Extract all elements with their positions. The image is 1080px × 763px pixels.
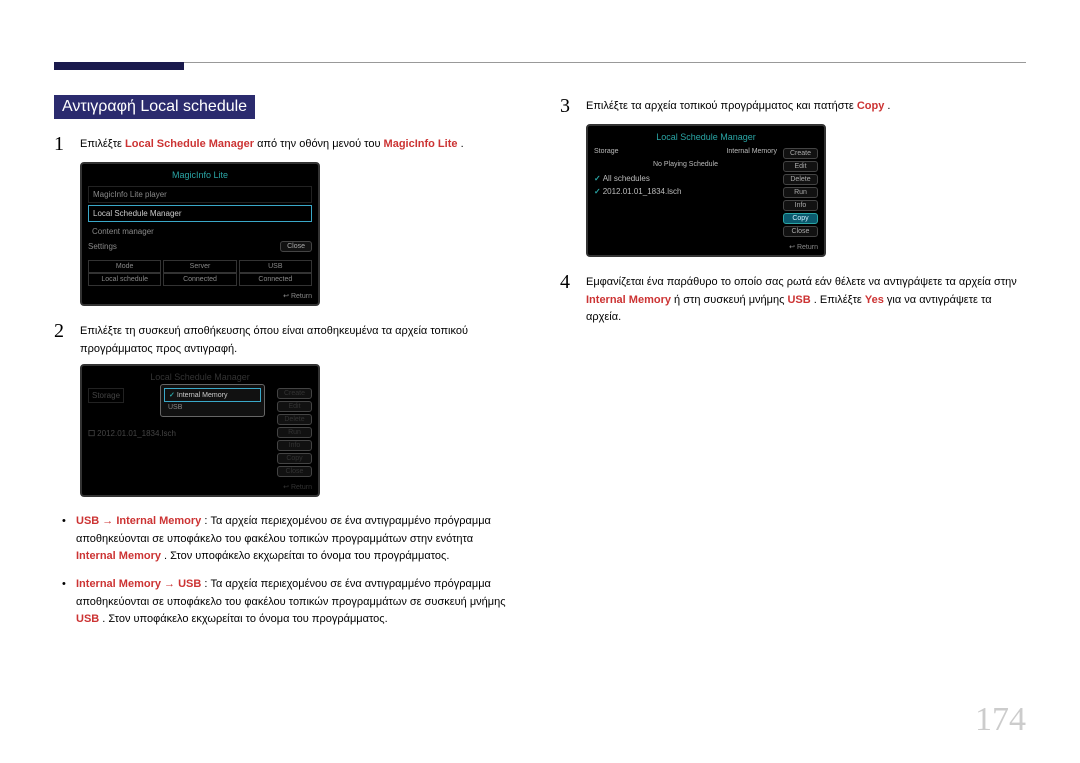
- ui-screenshot-1: MagicInfo Lite MagicInfo Lite player Loc…: [80, 162, 320, 306]
- c: Connected: [239, 273, 312, 286]
- lbl: Internal Memory: [177, 392, 228, 399]
- t: από την οθόνη μενού του: [257, 138, 383, 150]
- popup-item: USB: [164, 402, 261, 413]
- t-red: Internal Memory: [586, 294, 671, 306]
- schedule-file: ☐2012.01.01_1834.lsch: [88, 429, 271, 438]
- c: Server: [163, 260, 236, 273]
- btn: Delete: [277, 414, 312, 425]
- fn: 2012.01.01_1834.lsch: [97, 429, 176, 438]
- ui-return: Return: [594, 243, 818, 251]
- btn: Create: [783, 148, 818, 159]
- ui-menu-item-selected: Local Schedule Manager: [88, 205, 312, 222]
- section-title: Αντιγραφή Local schedule: [54, 95, 255, 119]
- btn: Run: [783, 187, 818, 198]
- t-red: USB: [787, 294, 810, 306]
- fn: 2012.01.01_1834.lsch: [603, 187, 682, 196]
- step-number: 2: [54, 320, 80, 358]
- t: Επιλέξτε: [80, 138, 125, 150]
- storage-label: Storage: [594, 148, 619, 155]
- t: . Στον υποφάκελο εκχωρείται το όνομα του…: [102, 613, 387, 625]
- t: .: [887, 100, 890, 112]
- t-red: USB → Internal Memory: [76, 515, 201, 527]
- left-column: Αντιγραφή Local schedule 1 Επιλέξτε Loca…: [54, 95, 514, 639]
- btn: Close: [783, 226, 818, 237]
- step-number: 3: [560, 95, 586, 118]
- btn: Create: [277, 388, 312, 399]
- step-text: Επιλέξτε Local Schedule Manager από την …: [80, 133, 464, 156]
- btn: Run: [277, 427, 312, 438]
- bullet-item: Internal Memory → USB : Τα αρχεία περιεχ…: [76, 576, 514, 629]
- ui-return: Return: [88, 292, 312, 300]
- step-number: 1: [54, 133, 80, 156]
- c: USB: [239, 260, 312, 273]
- ui-menu-item: Settings: [88, 242, 117, 251]
- ui-status-row: Local schedule Connected Connected: [88, 273, 312, 286]
- ui-screenshot-2: Local Schedule Manager Storage ☐2012.01.…: [80, 364, 320, 497]
- t-red: Copy: [857, 100, 885, 112]
- header-rule-thick: [54, 62, 184, 70]
- page-number: 174: [975, 701, 1026, 739]
- ui-return: Return: [88, 483, 312, 491]
- t-red: Local Schedule Manager: [125, 138, 254, 150]
- t: .: [461, 138, 464, 150]
- btn: Delete: [783, 174, 818, 185]
- step-text: Επιλέξτε τη συσκευή αποθήκευσης όπου είν…: [80, 320, 514, 358]
- storage-value: Internal Memory: [726, 148, 777, 155]
- btn: Copy: [277, 453, 312, 464]
- ui-title: MagicInfo Lite: [88, 170, 312, 180]
- popup-item-selected: ✓Internal Memory: [164, 388, 261, 402]
- right-column: 3 Επιλέξτε τα αρχεία τοπικού προγράμματο…: [560, 95, 1020, 327]
- header-rule: [54, 62, 1026, 63]
- ui-screenshot-3: Local Schedule Manager Storage Internal …: [586, 124, 826, 257]
- t-red: Internal Memory: [76, 550, 161, 562]
- step-1: 1 Επιλέξτε Local Schedule Manager από τη…: [54, 133, 514, 156]
- t-red: MagicInfo Lite: [384, 138, 458, 150]
- step-3: 3 Επιλέξτε τα αρχεία τοπικού προγράμματο…: [560, 95, 1020, 118]
- step-2: 2 Επιλέξτε τη συσκευή αποθήκευσης όπου ε…: [54, 320, 514, 358]
- t: Επιλέξτε τα αρχεία τοπικού προγράμματος …: [586, 100, 857, 112]
- t: . Επιλέξτε: [814, 294, 865, 306]
- t: ή στη συσκευή μνήμης: [674, 294, 787, 306]
- step-text: Επιλέξτε τα αρχεία τοπικού προγράμματος …: [586, 95, 890, 118]
- side-buttons: Create Edit Delete Run Info Copy Close: [783, 148, 818, 237]
- c: Local schedule: [88, 273, 161, 286]
- t: . Στον υποφάκελο εκχωρείται το όνομα του…: [164, 550, 449, 562]
- btn: Edit: [277, 401, 312, 412]
- ui-status-row: Mode Server USB: [88, 260, 312, 273]
- copy-button: Copy: [783, 213, 818, 224]
- step-text: Εμφανίζεται ένα παράθυρο το οποίο σας ρω…: [586, 271, 1020, 327]
- step-4: 4 Εμφανίζεται ένα παράθυρο το οποίο σας …: [560, 271, 1020, 327]
- schedule-file: ✓2012.01.01_1834.lsch: [594, 187, 777, 196]
- c: Connected: [163, 273, 236, 286]
- t-red: Internal Memory → USB: [76, 578, 201, 590]
- all-schedules: ✓All schedules: [594, 174, 777, 183]
- ui-menu-item: MagicInfo Lite player: [88, 186, 312, 203]
- ui-close-button: Close: [280, 241, 312, 252]
- t-red: USB: [76, 613, 99, 625]
- ui-menu-item: Content manager: [88, 224, 312, 239]
- bullet-list: USB → Internal Memory : Τα αρχεία περιεχ…: [54, 513, 514, 629]
- c: Mode: [88, 260, 161, 273]
- btn: Edit: [783, 161, 818, 172]
- no-playing-schedule: No Playing Schedule: [594, 161, 777, 168]
- lbl: All schedules: [603, 174, 650, 183]
- storage-label: Storage: [88, 388, 124, 403]
- btn: Close: [277, 466, 312, 477]
- btn: Info: [783, 200, 818, 211]
- bullet-item: USB → Internal Memory : Τα αρχεία περιεχ…: [76, 513, 514, 566]
- t: Εμφανίζεται ένα παράθυρο το οποίο σας ρω…: [586, 276, 1017, 288]
- side-buttons: Create Edit Delete Run Info Copy Close: [277, 388, 312, 477]
- t-red: Yes: [865, 294, 884, 306]
- ui-title: Local Schedule Manager: [594, 132, 818, 142]
- btn: Info: [277, 440, 312, 451]
- ui-title: Local Schedule Manager: [88, 372, 312, 382]
- storage-popup: ✓Internal Memory USB: [160, 384, 265, 417]
- step-number: 4: [560, 271, 586, 327]
